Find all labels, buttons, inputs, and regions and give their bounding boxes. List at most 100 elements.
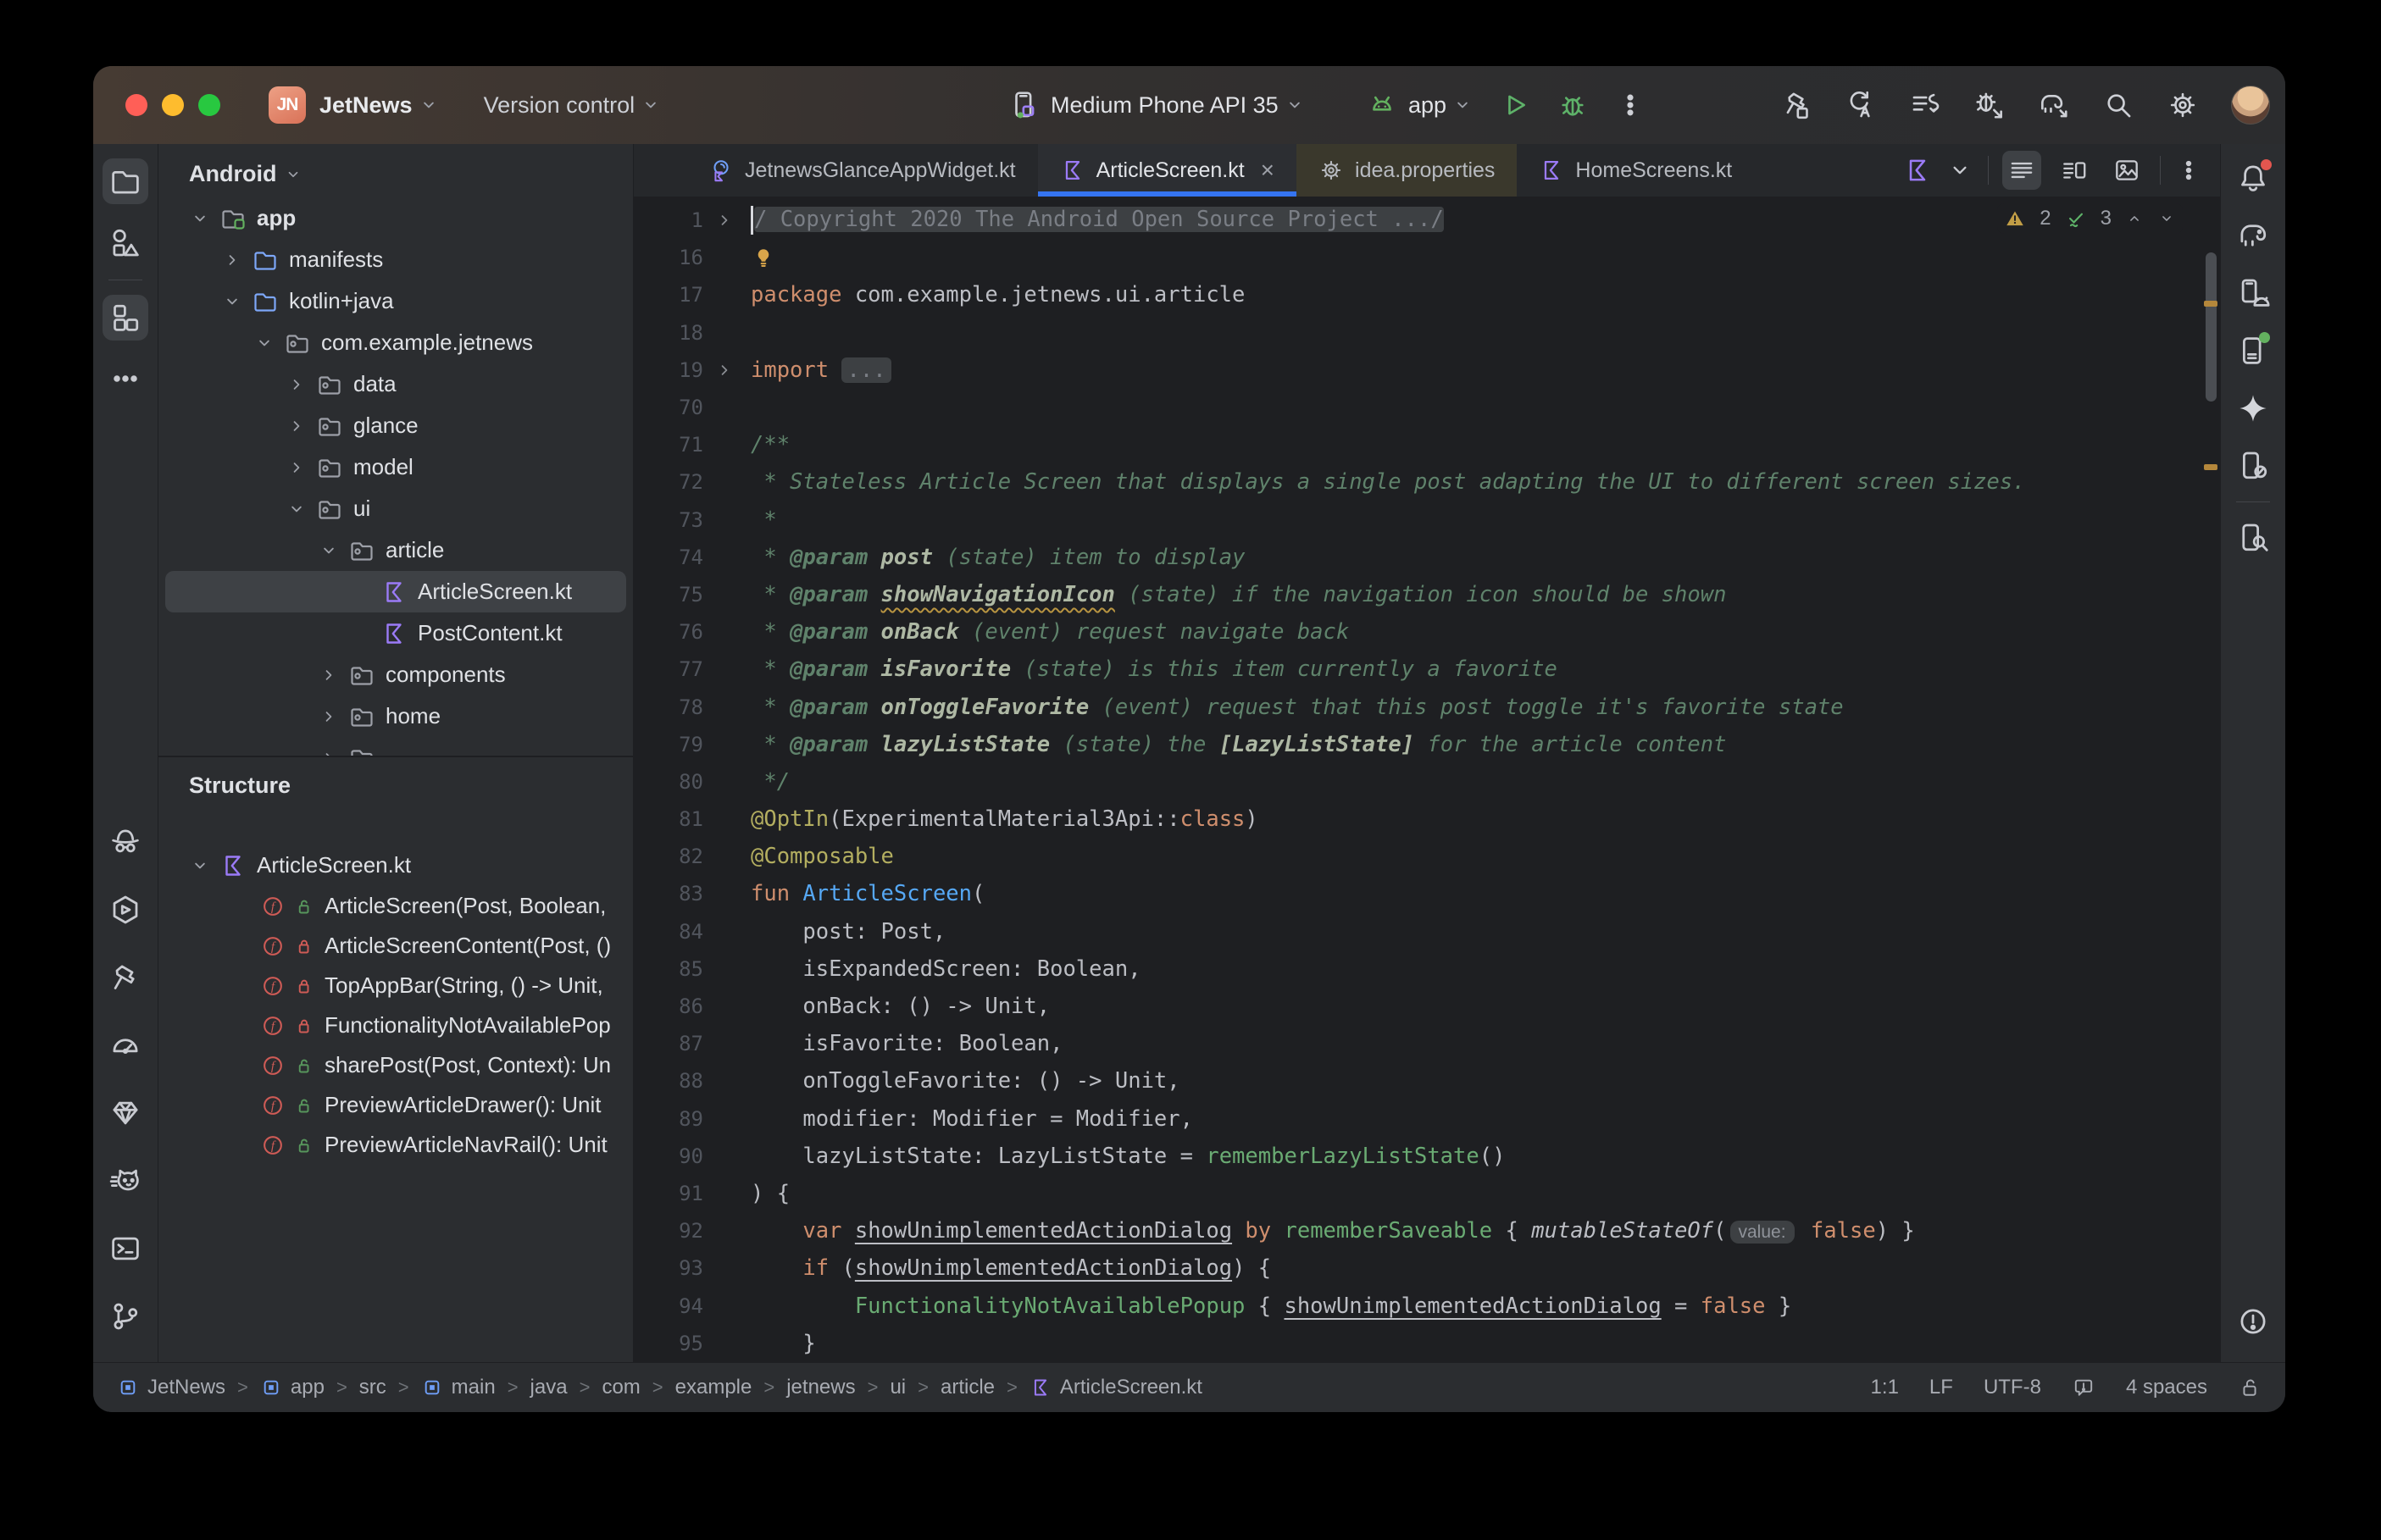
refresh-a-icon[interactable] — [1845, 89, 1877, 121]
gutter[interactable]: 91 — [634, 1182, 751, 1205]
gutter[interactable]: 93 — [634, 1256, 751, 1280]
code-line-19[interactable]: 19import ... — [634, 352, 2220, 389]
code-line-72[interactable]: 72 * Stateless Article Screen that displ… — [634, 463, 2220, 501]
close-tab-icon[interactable]: × — [1261, 158, 1274, 182]
chev-down-icon[interactable] — [253, 332, 275, 354]
chev-down-icon[interactable] — [221, 291, 243, 313]
tree-item-model[interactable]: model — [165, 446, 626, 488]
editor-scrollbar[interactable] — [2201, 197, 2220, 1362]
tool-button-spy[interactable] — [102, 808, 149, 876]
tool-button-gemini[interactable] — [2229, 379, 2277, 437]
breadcrumb-app[interactable]: app — [260, 1376, 325, 1399]
tool-button-more-h[interactable] — [102, 348, 149, 409]
gutter[interactable]: 89 — [634, 1107, 751, 1131]
tab-idea-properties[interactable]: idea.properties — [1296, 144, 1517, 197]
gutter[interactable]: 95 — [634, 1332, 751, 1355]
tool-button-cat[interactable] — [102, 1147, 149, 1215]
chev-down-icon[interactable] — [286, 498, 308, 520]
breadcrumb-articlescreen-kt[interactable]: ArticleScreen.kt — [1030, 1376, 1202, 1399]
code-line-79[interactable]: 79 * @param lazyListState (state) the [L… — [634, 726, 2220, 763]
gutter[interactable]: 19 — [634, 358, 751, 382]
elephant-sync-icon[interactable] — [2038, 89, 2070, 121]
tool-button-terminal[interactable] — [102, 1215, 149, 1282]
tool-button-resource-manager[interactable] — [102, 212, 149, 273]
window-minimize-button[interactable] — [162, 94, 184, 116]
tree-item-data[interactable]: data — [165, 363, 626, 405]
tool-button-device-manager[interactable] — [2229, 264, 2277, 322]
code-line-90[interactable]: 90 lazyListState: LazyListState = rememb… — [634, 1138, 2220, 1175]
prev-issue-chevron-up-icon[interactable] — [2125, 208, 2144, 230]
fold-arrow-icon[interactable] — [713, 359, 735, 381]
structure-item-functionalitynotavailablepop[interactable]: fFunctionalityNotAvailablePop — [165, 1005, 626, 1045]
scrollbar-thumb[interactable] — [2206, 252, 2217, 402]
chev-down-icon[interactable] — [189, 208, 211, 230]
breadcrumb-jetnews[interactable]: jetnews — [786, 1376, 855, 1399]
run-configuration-selector[interactable]: app — [1366, 89, 1474, 121]
gutter[interactable]: 71 — [634, 433, 751, 457]
balloon-icon[interactable] — [2072, 1376, 2095, 1399]
gutter[interactable]: 81 — [634, 807, 751, 831]
tree-item-item[interactable] — [165, 737, 626, 756]
code-line-1[interactable]: 1/ Copyright 2020 The Android Open Sourc… — [634, 202, 2220, 239]
warning-stripe-mark[interactable] — [2204, 301, 2217, 307]
user-avatar[interactable] — [2231, 86, 2270, 125]
breadcrumb-ui[interactable]: ui — [890, 1376, 906, 1399]
gutter[interactable]: 17 — [634, 283, 751, 307]
code-line-93[interactable]: 93 if (showUnimplementedActionDialog) { — [634, 1249, 2220, 1287]
tree-item-manifests[interactable]: manifests — [165, 239, 626, 280]
breadcrumb-com[interactable]: com — [602, 1376, 640, 1399]
code-line-17[interactable]: 17package com.example.jetnews.ui.article — [634, 276, 2220, 313]
gutter[interactable]: 94 — [634, 1294, 751, 1318]
gutter[interactable]: 85 — [634, 957, 751, 981]
chev-right-icon[interactable] — [286, 374, 308, 396]
code-line-77[interactable]: 77 * @param isFavorite (state) is this i… — [634, 651, 2220, 688]
code-line-89[interactable]: 89 modifier: Modifier = Modifier, — [634, 1100, 2220, 1138]
code-line-88[interactable]: 88 onToggleFavorite: () -> Unit, — [634, 1062, 2220, 1100]
project-view-selector[interactable]: Android — [158, 144, 633, 197]
tool-button-diamond[interactable] — [102, 1079, 149, 1147]
kebab-icon[interactable] — [2174, 156, 2203, 185]
structure-item-previewarticledrawer[interactable]: fPreviewArticleDrawer(): Unit — [165, 1085, 626, 1125]
tool-button-problems[interactable] — [2229, 1293, 2277, 1350]
code-line-95[interactable]: 95 } — [634, 1325, 2220, 1362]
gutter[interactable]: 84 — [634, 920, 751, 944]
gutter[interactable]: 78 — [634, 695, 751, 719]
code-line-74[interactable]: 74 * @param post (state) item to display — [634, 539, 2220, 576]
tool-button-running-devices[interactable] — [2229, 322, 2277, 379]
structure-item-articlescreen[interactable]: fArticleScreen(Post, Boolean, — [165, 886, 626, 926]
tool-button-hex-play[interactable] — [102, 876, 149, 944]
gutter[interactable]: 1 — [634, 208, 751, 232]
code-line-78[interactable]: 78 * @param onToggleFavorite (event) req… — [634, 688, 2220, 725]
code-line-87[interactable]: 87 isFavorite: Boolean, — [634, 1025, 2220, 1062]
gutter[interactable]: 76 — [634, 620, 751, 644]
next-issue-chevron-down-icon[interactable] — [2157, 208, 2176, 230]
chev-right-icon[interactable] — [221, 249, 243, 271]
structure-item-articlescreencontent[interactable]: fArticleScreenContent(Post, () — [165, 926, 626, 966]
tab-homescreens-kt[interactable]: HomeScreens.kt — [1517, 144, 1754, 197]
gutter[interactable]: 70 — [634, 396, 751, 419]
chev-right-icon[interactable] — [318, 747, 340, 756]
gutter[interactable]: 82 — [634, 845, 751, 868]
gutter[interactable]: 86 — [634, 994, 751, 1018]
code-line-16[interactable]: 16 — [634, 239, 2220, 276]
chev-right-icon[interactable] — [318, 664, 340, 686]
split-view-button[interactable] — [2055, 151, 2094, 190]
version-control-menu[interactable]: Version control — [484, 92, 635, 119]
code-line-71[interactable]: 71/** — [634, 426, 2220, 463]
device-selector[interactable]: Medium Phone API 35 — [1008, 66, 1306, 144]
tree-item-home[interactable]: home — [165, 695, 626, 737]
tool-button-branch[interactable] — [102, 1282, 149, 1350]
tool-button-gauge[interactable] — [102, 1011, 149, 1079]
chev-right-icon[interactable] — [318, 706, 340, 728]
tree-item-postcontent-kt[interactable]: PostContent.kt — [165, 612, 626, 654]
tree-item-app[interactable]: app — [165, 197, 626, 239]
status-caret-position[interactable]: 1:1 — [1871, 1376, 1899, 1399]
gutter[interactable]: 74 — [634, 546, 751, 569]
debug-button[interactable] — [1557, 89, 1589, 121]
project-name-menu[interactable]: JetNews — [319, 92, 413, 119]
gutter[interactable]: 87 — [634, 1032, 751, 1055]
code-line-94[interactable]: 94 FunctionalityNotAvailablePopup { show… — [634, 1287, 2220, 1324]
search-icon[interactable] — [2102, 89, 2134, 121]
tool-button-structure-grid[interactable] — [102, 287, 149, 348]
unlock-icon[interactable] — [2238, 1376, 2262, 1399]
